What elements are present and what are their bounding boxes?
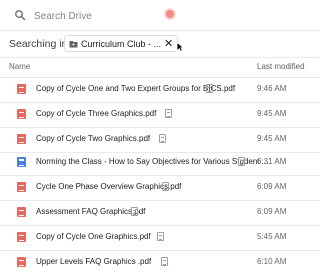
google-doc-icon bbox=[17, 157, 26, 167]
file-row[interactable]: Upper Levels FAQ Graphics .pdf 6:10 AM bbox=[0, 251, 320, 272]
file-row[interactable]: Norming the Class - How to Say Objective… bbox=[0, 151, 320, 175]
pdf-file-icon bbox=[17, 232, 26, 242]
search-input[interactable] bbox=[34, 8, 274, 24]
file-modified-date: 9:46 AM bbox=[257, 84, 287, 93]
file-modified-date: 9:45 AM bbox=[257, 109, 287, 118]
pdf-file-icon bbox=[17, 182, 26, 192]
pdf-file-icon bbox=[17, 207, 26, 217]
search-scope-row: Searching in Curriculum Club - ... ✕ bbox=[0, 30, 320, 58]
file-modified-date: 6:09 AM bbox=[257, 207, 287, 216]
shared-icon bbox=[238, 157, 245, 166]
file-name: Copy of Cycle One Graphics.pdf bbox=[36, 232, 151, 241]
shared-icon bbox=[165, 109, 172, 118]
folder-filter-chip[interactable]: Curriculum Club - ... ✕ bbox=[64, 35, 178, 52]
file-name: Copy of Cycle Two Graphics.pdf bbox=[36, 134, 151, 143]
file-name: Norming the Class - How to Say Objective… bbox=[36, 157, 269, 166]
shared-icon bbox=[206, 84, 213, 93]
search-bar bbox=[0, 0, 320, 30]
close-icon[interactable]: ✕ bbox=[164, 37, 173, 50]
shared-folder-icon bbox=[69, 41, 78, 48]
file-row[interactable]: Copy of Cycle One and Two Expert Groups … bbox=[0, 78, 320, 102]
file-name: Cycle One Phase Overview Graphics.pdf bbox=[36, 182, 182, 191]
file-row[interactable]: Copy of Cycle Two Graphics.pdf 9:45 AM bbox=[0, 128, 320, 152]
column-header-name[interactable]: Name bbox=[9, 62, 30, 71]
file-modified-date: 6:09 AM bbox=[257, 182, 287, 191]
file-modified-date: 9:45 AM bbox=[257, 134, 287, 143]
shared-icon bbox=[157, 232, 164, 241]
file-row[interactable]: Copy of Cycle Three Graphics.pdf 9:45 AM bbox=[0, 103, 320, 127]
file-row[interactable]: Cycle One Phase Overview Graphics.pdf 6:… bbox=[0, 176, 320, 200]
search-icon[interactable] bbox=[14, 9, 26, 21]
pdf-file-icon bbox=[17, 134, 26, 144]
column-header-last-modified[interactable]: Last modified bbox=[257, 62, 305, 71]
shared-icon bbox=[159, 134, 166, 143]
shared-icon bbox=[161, 257, 168, 266]
shared-icon bbox=[131, 207, 138, 216]
file-modified-date: 6:10 AM bbox=[257, 257, 287, 266]
file-name: Assessment FAQ Graphics.pdf bbox=[36, 207, 146, 216]
folder-chip-label: Curriculum Club - ... bbox=[81, 39, 162, 49]
pdf-file-icon bbox=[17, 257, 26, 267]
file-name: Copy of Cycle Three Graphics.pdf bbox=[36, 109, 157, 118]
file-name: Upper Levels FAQ Graphics .pdf bbox=[36, 257, 152, 266]
mouse-pointer-icon bbox=[176, 42, 184, 52]
file-row[interactable]: Assessment FAQ Graphics.pdf 6:09 AM bbox=[0, 201, 320, 225]
shared-icon bbox=[162, 182, 169, 191]
pdf-file-icon bbox=[17, 109, 26, 119]
pointer-highlight bbox=[166, 10, 174, 18]
searching-in-label: Searching in bbox=[9, 38, 68, 50]
file-row[interactable]: Copy of Cycle One Graphics.pdf 5:45 AM bbox=[0, 226, 320, 250]
file-modified-date: 5:45 AM bbox=[257, 232, 287, 241]
file-modified-date: 6:31 AM bbox=[257, 157, 287, 166]
divider bbox=[0, 57, 320, 58]
pdf-file-icon bbox=[17, 84, 26, 94]
